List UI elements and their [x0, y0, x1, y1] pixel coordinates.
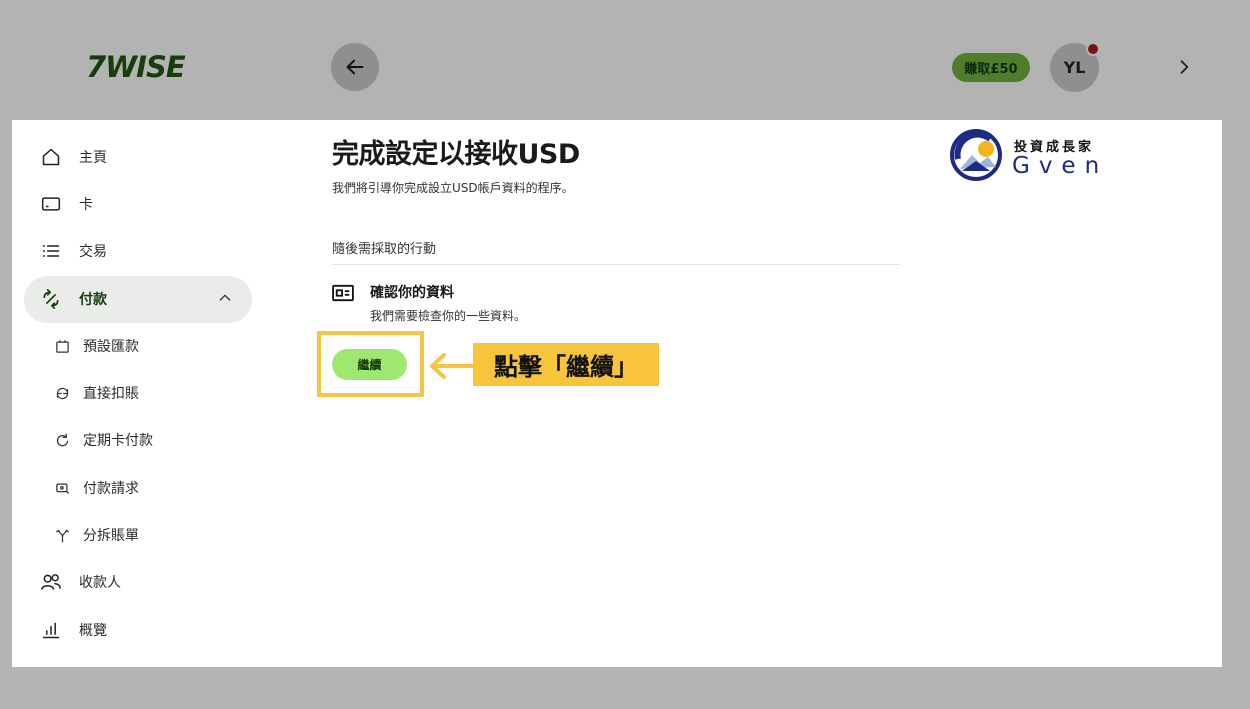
sidebar-subitem-payment-requests[interactable]: 付款請求 — [54, 473, 139, 503]
refresh-icon — [54, 385, 70, 401]
sidebar-subitem-label: 付款請求 — [83, 481, 139, 497]
watermark-logo-icon — [950, 129, 1002, 181]
task-description: 我們需要檢查你的一些資料。 — [370, 309, 527, 323]
sidebar-item-transactions[interactable]: 交易 — [40, 236, 107, 266]
sidebar-item-label: 收款人 — [79, 575, 121, 591]
sidebar-item-card[interactable]: 卡 — [40, 189, 93, 219]
home-icon — [40, 146, 62, 168]
arrow-left-icon — [346, 59, 364, 75]
split-icon — [54, 527, 70, 543]
request-icon — [54, 480, 70, 496]
sidebar-subitem-label: 定期卡付款 — [83, 433, 153, 449]
recipients-icon — [40, 571, 62, 593]
sidebar-item-label: 卡 — [79, 197, 93, 213]
chart-icon — [40, 619, 62, 641]
notification-dot — [1086, 42, 1100, 56]
sidebar-item-label: 交易 — [79, 244, 107, 260]
sidebar-subitem-label: 直接扣賬 — [83, 386, 139, 402]
sidebar-subitem-recurring-card-payments[interactable]: 定期卡付款 — [54, 425, 153, 455]
watermark-brand: Gven — [1012, 153, 1109, 179]
back-button[interactable] — [331, 43, 379, 91]
main-panel: 主頁 卡 交易 付款 預設匯款 直接扣賬 定期卡付款 付款請求 分拆賬單 收款人… — [12, 120, 1222, 667]
task-title: 確認你的資料 — [370, 285, 454, 301]
sidebar-item-insights[interactable]: 概覽 — [40, 615, 107, 645]
rotate-icon — [54, 432, 70, 448]
calendar-icon — [54, 338, 70, 354]
payments-icon — [40, 288, 62, 310]
wise-logo[interactable]: 7WISE — [86, 50, 186, 84]
sidebar-item-home[interactable]: 主頁 — [40, 142, 107, 172]
earn-reward-button[interactable]: 賺取£50 — [952, 53, 1030, 82]
sidebar-subitem-scheduled-transfers[interactable]: 預設匯款 — [54, 331, 139, 361]
sidebar-item-payments[interactable]: 付款 — [40, 284, 107, 314]
continue-button[interactable]: 繼續 — [332, 349, 407, 380]
sidebar-item-label: 概覽 — [79, 623, 107, 639]
sidebar-subitem-split-bill[interactable]: 分拆賬單 — [54, 520, 139, 550]
page-subtitle: 我們將引導你完成設立USD帳戶資料的程序。 — [332, 181, 574, 195]
section-heading: 隨後需採取的行動 — [332, 242, 437, 257]
sidebar-subitem-label: 預設匯款 — [83, 339, 139, 355]
chevron-right-icon[interactable] — [1174, 57, 1194, 77]
chevron-up-icon[interactable] — [217, 290, 233, 306]
sidebar-item-recipients[interactable]: 收款人 — [40, 567, 121, 597]
list-icon — [40, 240, 62, 262]
sidebar-subitem-label: 分拆賬單 — [83, 528, 139, 544]
card-icon — [40, 193, 62, 215]
divider — [332, 264, 900, 265]
sidebar-item-label: 主頁 — [79, 150, 107, 166]
annotation-callout: 點擊「繼續」 — [473, 343, 659, 386]
sidebar-item-label: 付款 — [79, 292, 107, 308]
id-card-icon — [332, 284, 354, 302]
page-title: 完成設定以接收USD — [332, 139, 580, 170]
sidebar-subitem-direct-debits[interactable]: 直接扣賬 — [54, 378, 139, 408]
